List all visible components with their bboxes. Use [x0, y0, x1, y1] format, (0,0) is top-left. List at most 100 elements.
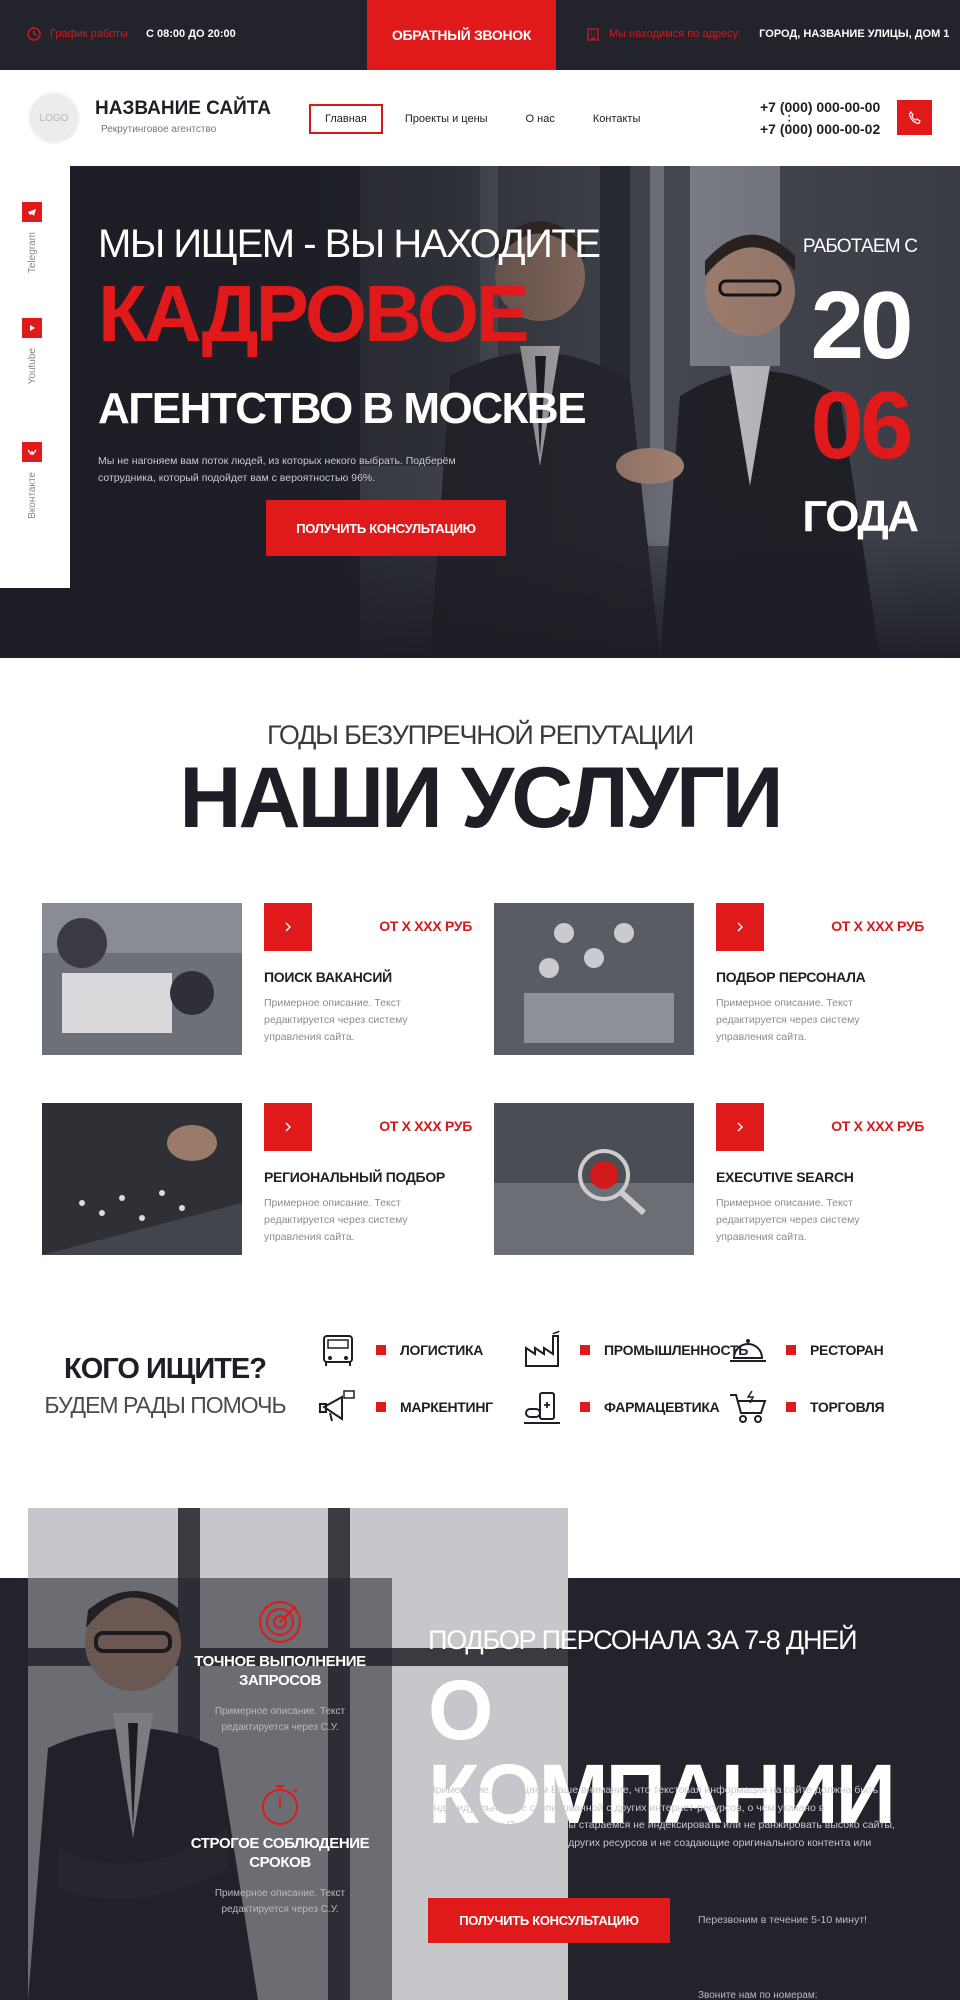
megaphone-icon — [319, 1390, 355, 1422]
since-year-part-1: 20 — [810, 272, 914, 379]
building-icon — [587, 28, 599, 41]
service-description: Примерное описание. Текст редактируется … — [716, 1197, 860, 1243]
service-title[interactable]: ПОДБОР ПЕРСОНАЛА — [716, 969, 866, 985]
nav-item-contacts[interactable]: Контакты — [577, 104, 657, 134]
service-image — [42, 903, 242, 1055]
service-title[interactable]: EXECUTIVE SEARCH — [716, 1169, 854, 1185]
stopwatch-icon — [262, 1785, 298, 1825]
service-image — [42, 1103, 242, 1255]
site-header: LOGO НАЗВАНИЕ САЙТА Рекрутинговое агентс… — [0, 70, 960, 166]
callback-note: Перезвоним в течение 5-10 минут! — [698, 1914, 867, 1926]
service-card[interactable]: ОТ Х ХХХ РУБ EXECUTIVE SEARCH Примерное … — [494, 1103, 924, 1255]
cloche-icon — [730, 1339, 766, 1362]
who-title: КОГО ИЩИТЕ? — [64, 1353, 267, 1385]
chevron-right-icon[interactable] — [716, 903, 764, 951]
schedule-value: С 08:00 ДО 20:00 — [146, 28, 236, 40]
industry-item[interactable]: ФАРМАЦЕВТИКА — [520, 1385, 720, 1429]
services-subtitle: ГОДЫ БЕЗУПРЕЧНОЙ РЕПУТАЦИИ — [266, 720, 694, 750]
truck-icon — [323, 1335, 353, 1366]
chevron-right-icon[interactable] — [716, 1103, 764, 1151]
hero-line-2: КАДРОВОЕ — [98, 269, 529, 358]
about-consultation-button[interactable]: ПОЛУЧИТЬ КОНСУЛЬТАЦИЮ — [428, 1898, 670, 1943]
address: Мы находимся по адресу: ГОРОД, НАЗВАНИЕ … — [585, 26, 949, 42]
logo[interactable]: LOGO — [28, 92, 80, 144]
social-youtube[interactable]: Youtube — [22, 318, 42, 384]
telegram-icon — [22, 202, 42, 222]
phone-button[interactable] — [897, 100, 932, 135]
service-card[interactable]: ОТ Х ХХХ РУБ ПОИСК ВАКАНСИЙ Примерное оп… — [42, 903, 472, 1055]
address-value: ГОРОД, НАЗВАНИЕ УЛИЦЫ, ДОМ 1 — [759, 28, 950, 40]
service-price: ОТ Х ХХХ РУБ — [831, 1118, 924, 1134]
about-note: Примечание. Обращаем Ваше внимание, что … — [428, 1784, 895, 1866]
service-card[interactable]: ОТ Х ХХХ РУБ ПОДБОР ПЕРСОНАЛА Примерное … — [494, 903, 924, 1055]
chevron-right-icon[interactable] — [264, 1103, 312, 1151]
hero-line-3: АГЕНТСТВО В МОСКВЕ — [98, 384, 587, 433]
service-price: ОТ Х ХХХ РУБ — [831, 918, 924, 934]
service-price: ОТ Х ХХХ РУБ — [379, 1118, 472, 1134]
social-vk[interactable]: Вконтакте — [22, 442, 42, 519]
about-subtitle: ПОДБОР ПЕРСОНАЛА ЗА 7-8 ДНЕЙ — [428, 1625, 858, 1655]
industry-label: РЕСТОРАН — [810, 1342, 884, 1358]
factory-icon — [525, 1330, 560, 1367]
feature-title: ТОЧНОЕ ВЫПОЛНЕНИЕ ЗАПРОСОВ — [194, 1653, 366, 1689]
phone-icon — [908, 110, 921, 124]
nav-item-about[interactable]: О нас — [510, 104, 571, 134]
service-title[interactable]: ПОИСК ВАКАНСИЙ — [264, 969, 392, 985]
bullet — [376, 1345, 386, 1355]
social-vk-label: Вконтакте — [26, 472, 38, 519]
top-bar: График работы С 08:00 ДО 20:00 ОБРАТНЫЙ … — [0, 0, 960, 70]
industry-label: ФАРМАЦЕВТИКА — [604, 1399, 720, 1415]
service-description: Примерное описание. Текст редактируется … — [716, 997, 860, 1043]
bullet — [580, 1402, 590, 1412]
vk-icon — [22, 442, 42, 462]
industry-item[interactable]: ТОРГОВЛЯ — [726, 1385, 885, 1429]
feature-title: СТРОГОЕ СОБЛЮДЕНИЕ СРОКОВ — [190, 1835, 370, 1871]
phones: +7 (000) 000-00-00 +7 (000) 000-00-02 — [760, 96, 880, 140]
industry-item[interactable]: МАРКЕНТИНГ — [316, 1385, 493, 1429]
youtube-icon — [22, 318, 42, 338]
nav-item-projects[interactable]: Проекты и цены — [389, 104, 504, 134]
phone-1[interactable]: +7 (000) 000-00-00 — [760, 96, 880, 118]
feature-description: Примерное описание. Текст редактируется … — [214, 1888, 346, 1915]
feature-description: Примерное описание. Текст редактируется … — [214, 1706, 346, 1733]
bullet — [580, 1345, 590, 1355]
social-sidebar: Telegram Youtube Вконтакте — [0, 166, 70, 588]
consultation-button[interactable]: ПОЛУЧИТЬ КОНСУЛЬТАЦИЮ — [266, 500, 506, 556]
pharmacy-icon — [524, 1392, 560, 1424]
industry-label: МАРКЕНТИНГ — [400, 1399, 493, 1415]
industry-item[interactable]: ЛОГИСТИКА — [316, 1328, 483, 1372]
social-youtube-label: Youtube — [26, 348, 38, 385]
schedule: График работы С 08:00 ДО 20:00 — [26, 26, 236, 42]
callback-button[interactable]: ОБРАТНЫЙ ЗВОНОК — [367, 0, 556, 70]
site-name[interactable]: НАЗВАНИЕ САЙТА — [95, 98, 271, 120]
schedule-label: График работы — [50, 28, 128, 40]
industry-item[interactable]: РЕСТОРАН — [726, 1328, 884, 1372]
service-card[interactable]: ОТ Х ХХХ РУБ РЕГИОНАЛЬНЫЙ ПОДБОР Примерн… — [42, 1103, 472, 1255]
service-description: Примерное описание. Текст редактируется … — [264, 997, 408, 1043]
since-label: РАБОТАЕМ С — [802, 236, 918, 257]
since-year-part-2: 06 — [810, 372, 914, 479]
bullet — [786, 1402, 796, 1412]
who-subtitle: БУДЕМ РАДЫ ПОМОЧЬ — [44, 1392, 286, 1418]
chevron-right-icon[interactable] — [264, 903, 312, 951]
hero-bottom-shade — [0, 538, 960, 658]
service-title[interactable]: РЕГИОНАЛЬНЫЙ ПОДБОР — [264, 1169, 445, 1185]
feature-item: ТОЧНОЕ ВЫПОЛНЕНИЕ ЗАПРОСОВ Примерное опи… — [180, 1598, 380, 1736]
clock-icon — [27, 27, 41, 41]
industry-item[interactable]: ПРОМЫШЛЕННОСТЬ — [520, 1328, 748, 1372]
industry-label: ЛОГИСТИКА — [400, 1342, 484, 1358]
target-icon — [259, 1601, 301, 1643]
industry-label: ТОРГОВЛЯ — [810, 1399, 885, 1415]
services-title: НАШИ УСЛУГИ — [179, 750, 783, 846]
hero: Telegram Youtube Вконтакте МЫ ИЩЕМ - ВЫ … — [0, 166, 960, 658]
social-telegram[interactable]: Telegram — [22, 202, 42, 273]
site-subtitle: Рекрутинговое агентство — [101, 124, 217, 135]
phone-2[interactable]: +7 (000) 000-00-02 — [760, 118, 880, 140]
bullet — [786, 1345, 796, 1355]
cart-icon — [730, 1390, 767, 1423]
since-suffix: ГОДА — [802, 492, 919, 541]
nav-item-home[interactable]: Главная — [309, 104, 383, 134]
service-description: Примерное описание. Текст редактируется … — [264, 1197, 408, 1243]
service-image — [494, 1103, 694, 1255]
feature-item: СТРОГОЕ СОБЛЮДЕНИЕ СРОКОВ Примерное опис… — [180, 1780, 380, 1918]
